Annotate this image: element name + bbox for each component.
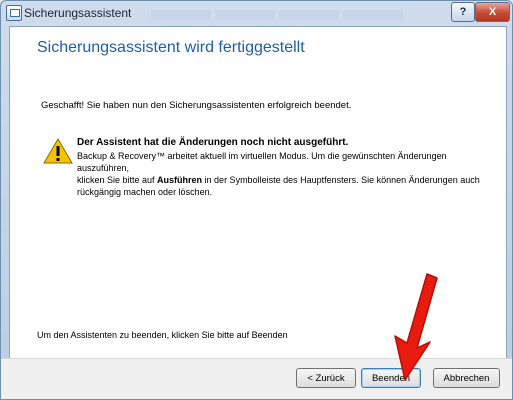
warning-icon [43,138,73,164]
back-button[interactable]: < Zurück [296,368,356,388]
close-button[interactable]: X [475,2,510,22]
help-button[interactable]: ? [451,2,475,22]
finish-instruction: Um den Assistenten zu beenden, klicken S… [37,330,288,340]
background-tabs [151,10,403,20]
header-divider [10,67,506,68]
success-message: Geschafft! Sie haben nun den Sicherungsa… [41,100,352,111]
execute-keyword: Ausführen [157,175,203,185]
warning-title: Der Assistent hat die Änderungen noch ni… [77,137,349,148]
window-title: Sicherungsassistent [24,6,132,20]
warning-body: Backup & Recovery™ arbeitet aktuell im v… [77,150,497,198]
warning-line-2: klicken Sie bitte auf Ausführen in der S… [77,175,480,185]
page-title: Sicherungsassistent wird fertiggestellt [37,39,305,56]
warning-line-3: rückgängig machen oder löschen. [77,187,213,197]
title-bar[interactable]: Sicherungsassistent ? X [1,1,512,26]
warning-line-1: Backup & Recovery™ arbeitet aktuell im v… [77,151,447,173]
app-icon [6,5,22,21]
red-arrow-annotation-icon [394,273,438,381]
